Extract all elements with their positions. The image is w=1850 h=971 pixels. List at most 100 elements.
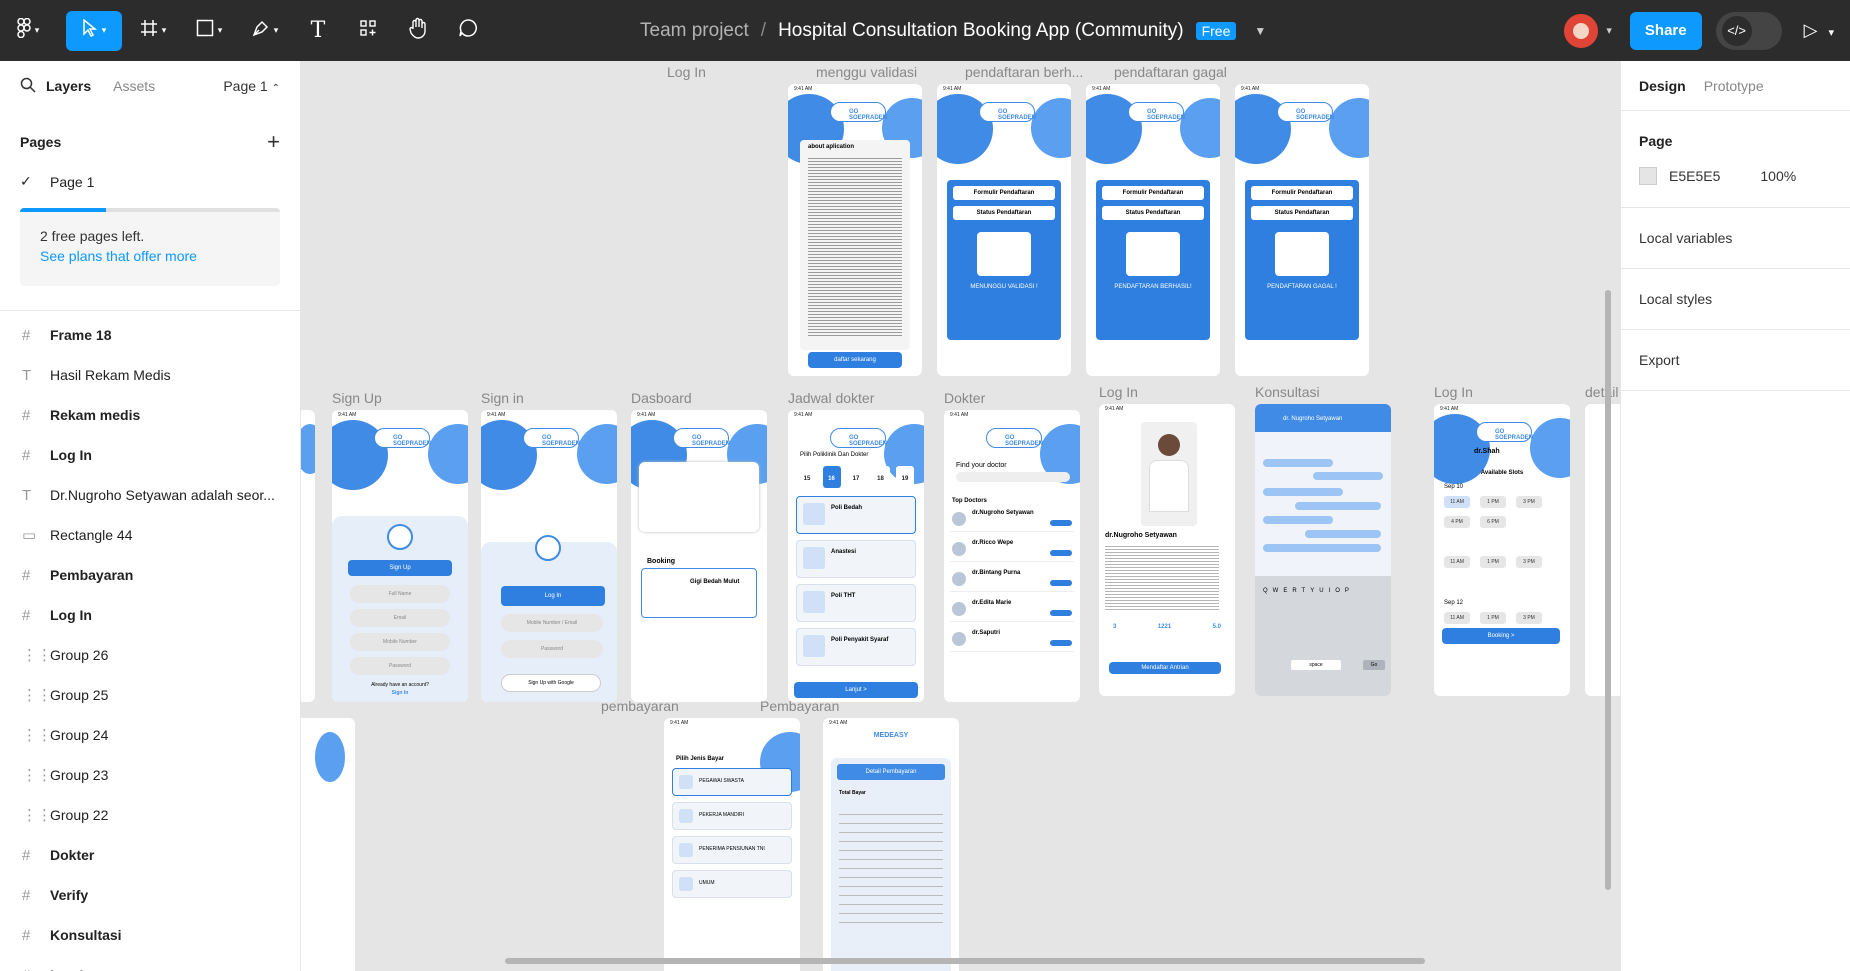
date-chip[interactable]: 17: [847, 466, 865, 488]
status-button[interactable]: Status Pendaftaran: [1102, 206, 1204, 220]
avatar[interactable]: [1564, 13, 1599, 48]
tab-prototype[interactable]: Prototype: [1704, 78, 1764, 94]
mobile-email-field[interactable]: Mobile Number / Email: [501, 614, 603, 632]
vertical-scrollbar[interactable]: [1605, 290, 1611, 890]
frame-label[interactable]: Log In: [667, 64, 706, 80]
doctor-row[interactable]: dr.Saputri: [950, 628, 1074, 652]
present-button[interactable]: ▷ ▾: [1804, 20, 1834, 41]
layer-item[interactable]: #Log In: [0, 955, 300, 971]
sign-in-link[interactable]: Sign In: [332, 690, 468, 696]
frame-doctor-profile[interactable]: 9:41 AM dr.Nugroho Setyawan 3 1221 5.0 M…: [1099, 404, 1235, 696]
keyboard[interactable]: QWERTYUIOP space Go: [1255, 576, 1391, 696]
frame-label[interactable]: menggu validasi: [816, 64, 917, 80]
time-slot[interactable]: 1 PM: [1480, 612, 1506, 624]
booking-button[interactable]: Booking >: [1442, 628, 1560, 644]
time-slot[interactable]: 1 PM: [1480, 496, 1506, 508]
frame-label[interactable]: pendaftaran gagal: [1114, 64, 1227, 80]
page-item[interactable]: ✓ Page 1: [0, 155, 300, 190]
doctor-row[interactable]: dr.Ricco Wepe: [950, 538, 1074, 562]
poli-card[interactable]: Poli Bedah: [796, 496, 916, 534]
formulir-button[interactable]: Formulir Pendaftaran: [1251, 186, 1353, 200]
payment-option[interactable]: PEKERJA MANDIRI: [672, 802, 792, 830]
frame-pembayaran-detail[interactable]: 9:41 AM MEDEASY Detail Pembayaran Total …: [823, 718, 959, 971]
chevron-down-icon[interactable]: ▼: [1254, 24, 1266, 38]
layer-item[interactable]: ▭ Rectangle 44: [0, 515, 300, 555]
payment-option[interactable]: PENERIMA PENSIUNAN TNI: [672, 836, 792, 864]
chevron-down-icon[interactable]: ▾: [1606, 24, 1612, 37]
frame-partial-left[interactable]: [301, 410, 315, 702]
frame-konsultasi[interactable]: dr. Nugroho Setyawan QWERTYUIOP space Go: [1255, 404, 1391, 696]
mendaftar-button[interactable]: Mendaftar Antrian: [1109, 662, 1221, 674]
tab-assets[interactable]: Assets: [113, 78, 155, 94]
layer-item[interactable]: T Hasil Rekam Medis: [0, 355, 300, 395]
tab-layers[interactable]: Layers: [46, 78, 91, 94]
bg-color-value[interactable]: E5E5E5: [1669, 168, 1720, 184]
date-chip[interactable]: 19: [896, 466, 914, 488]
layer-item[interactable]: ⋮⋮ Group 26: [0, 635, 300, 675]
daftar-button[interactable]: daftar sekarang: [808, 352, 902, 368]
doctor-row[interactable]: dr.Edita Marie: [950, 598, 1074, 622]
time-slot[interactable]: 4 PM: [1444, 516, 1470, 528]
hand-tool-button[interactable]: [396, 11, 440, 51]
layer-item[interactable]: # Dokter: [0, 835, 300, 875]
layer-item[interactable]: # Pembayaran: [0, 555, 300, 595]
team-name[interactable]: Team project: [640, 20, 749, 42]
frame-label[interactable]: Sign in: [481, 390, 524, 406]
poli-card[interactable]: Poli THT: [796, 584, 916, 622]
layer-item[interactable]: ⋮⋮ Group 23: [0, 755, 300, 795]
password-field[interactable]: Password: [350, 657, 450, 675]
color-swatch[interactable]: [1639, 167, 1657, 185]
log-in-button[interactable]: Log In: [501, 586, 605, 606]
lanjut-button[interactable]: Lanjut >: [794, 682, 918, 698]
text-tool-button[interactable]: T: [296, 11, 340, 51]
time-slot[interactable]: 1 PM: [1480, 556, 1506, 568]
layer-item[interactable]: T Dr.Nugroho Setyawan adalah seor...: [0, 475, 300, 515]
frame-jadwal-dokter[interactable]: 9:41 AM GO SOEPRADEN Pilih Poliklinik Da…: [788, 410, 924, 702]
frame-label[interactable]: Pembayaran: [760, 698, 839, 714]
detail-button[interactable]: [1050, 640, 1072, 646]
horizontal-scrollbar[interactable]: [505, 958, 1425, 964]
booking-card[interactable]: Gigi Bedah Mulut: [641, 568, 757, 618]
local-styles-row[interactable]: Local styles: [1621, 269, 1850, 330]
date-chip[interactable]: 16: [822, 466, 841, 488]
time-slot[interactable]: 11 AM: [1444, 612, 1470, 624]
frame-sign-in[interactable]: 9:41 AM GO SOEPRADEN Log In Mobile Numbe…: [481, 410, 617, 702]
design-canvas[interactable]: Log In menggu validasi pendaftaran berh.…: [301, 61, 1620, 971]
frame-label[interactable]: Log In: [1434, 384, 1473, 400]
frame-dashboard[interactable]: 9:41 AM GO SOEPRADEN Booking Gigi Bedah …: [631, 410, 767, 702]
layer-item[interactable]: # Frame 18: [0, 315, 300, 355]
see-plans-link[interactable]: See plans that offer more: [40, 248, 260, 264]
frame-label[interactable]: Sign Up: [332, 390, 382, 406]
frame-label[interactable]: Dasboard: [631, 390, 692, 406]
local-variables-row[interactable]: Local variables: [1621, 208, 1850, 269]
layer-item[interactable]: # Rekam medis: [0, 395, 300, 435]
doctor-row[interactable]: dr.Nugroho Setyawan: [950, 508, 1074, 532]
tab-design[interactable]: Design: [1639, 78, 1686, 94]
status-button[interactable]: Status Pendaftaran: [953, 206, 1055, 220]
frame-label[interactable]: pembayaran: [601, 698, 679, 714]
full-name-field[interactable]: Full Name: [350, 585, 450, 603]
doctor-row[interactable]: dr.Bintang Purna: [950, 568, 1074, 592]
share-button[interactable]: Share: [1629, 11, 1702, 50]
pen-tool-button[interactable]: ▾: [240, 11, 290, 51]
frame-berhasil[interactable]: 9:41 AM GO SOEPRADEN Formulir Pendaftara…: [1086, 84, 1220, 376]
time-slot[interactable]: 3 PM: [1516, 612, 1542, 624]
space-key[interactable]: space: [1291, 660, 1341, 670]
detail-button[interactable]: [1050, 610, 1072, 616]
frame-label[interactable]: pendaftaran berh...: [965, 64, 1083, 80]
detail-button[interactable]: [1050, 580, 1072, 586]
frame-menunggu[interactable]: 9:41 AM GO SOEPRADEN Formulir Pendaftara…: [937, 84, 1071, 376]
resources-tool-button[interactable]: [346, 11, 390, 51]
frame-dokter[interactable]: 9:41 AM GO SOEPRADEN Find your doctor To…: [944, 410, 1080, 702]
frame-login-about[interactable]: 9:41 AM GO SOEPRADEN about aplication da…: [788, 84, 922, 376]
poli-card[interactable]: Anastesi: [796, 540, 916, 578]
comment-tool-button[interactable]: [446, 11, 490, 51]
page-background-row[interactable]: E5E5E5 100%: [1639, 149, 1832, 207]
frame-pembayaran-jenis[interactable]: 9:41 AM Pilih Jenis Bayar PEGAWAI SWASTA…: [664, 718, 800, 971]
time-slot[interactable]: 3 PM: [1516, 496, 1542, 508]
frame-partial-bottom-left[interactable]: [301, 718, 355, 971]
date-chip[interactable]: 15: [798, 466, 816, 488]
layer-item[interactable]: ⋮⋮ Group 24: [0, 715, 300, 755]
page-selector[interactable]: Page 1 ⌃: [223, 78, 280, 94]
password-field[interactable]: Password: [501, 640, 603, 658]
